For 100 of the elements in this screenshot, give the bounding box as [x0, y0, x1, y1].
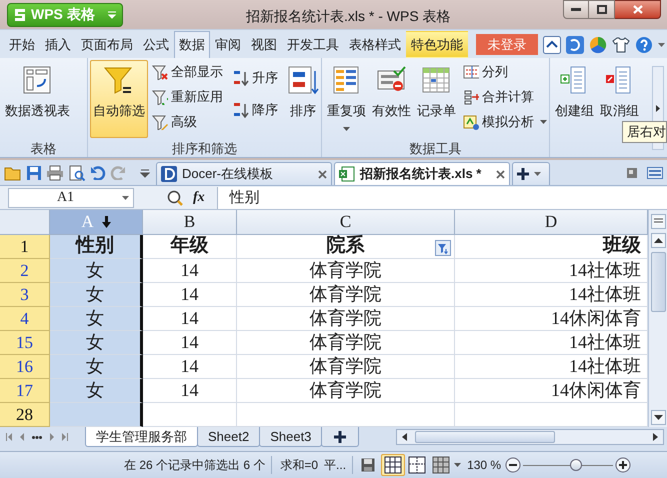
- table-cell[interactable]: 女: [50, 283, 143, 307]
- column-header[interactable]: C: [237, 210, 455, 235]
- ribbon-button[interactable]: 模拟分析: [461, 110, 549, 134]
- row-header[interactable]: 17: [0, 379, 50, 403]
- table-cell[interactable]: 性别: [50, 235, 143, 259]
- zoom-slider-thumb[interactable]: [570, 459, 582, 471]
- horizontal-scrollbar[interactable]: [396, 429, 664, 445]
- more-sheets-icon[interactable]: [32, 436, 42, 438]
- formula-input[interactable]: 性别: [216, 186, 667, 208]
- ribbon-button[interactable]: 降序: [231, 98, 280, 122]
- ribbon-button[interactable]: 升序: [231, 66, 280, 90]
- menu-tab[interactable]: 视图: [246, 31, 282, 58]
- ribbon-button[interactable]: 记录单: [414, 60, 459, 138]
- table-cell[interactable]: 14: [143, 283, 237, 307]
- save-icon[interactable]: [361, 458, 376, 472]
- menu-tab[interactable]: 特色功能: [406, 31, 468, 58]
- ribbon-button[interactable]: 分列: [461, 60, 549, 84]
- table-cell[interactable]: 体育学院: [237, 259, 455, 283]
- ribbon-button[interactable]: 自动筛选: [90, 60, 148, 138]
- vertical-scrollbar[interactable]: [648, 210, 667, 427]
- first-sheet-icon[interactable]: [6, 433, 12, 441]
- help-icon[interactable]: [635, 36, 653, 54]
- print-icon[interactable]: [46, 164, 64, 180]
- ribbon-button[interactable]: 合并计算: [461, 85, 549, 109]
- row-header[interactable]: 28: [0, 403, 50, 427]
- table-cell[interactable]: 女: [50, 307, 143, 331]
- print-preview-icon[interactable]: [68, 164, 86, 180]
- table-cell[interactable]: 体育学院: [237, 331, 455, 355]
- ribbon-button[interactable]: 数据透视表: [2, 60, 73, 138]
- menu-tab[interactable]: 审阅: [210, 31, 246, 58]
- document-tab[interactable]: Docer-在线模板: [156, 162, 332, 185]
- menu-tab[interactable]: 表格样式: [344, 31, 406, 58]
- zoom-in-icon[interactable]: [615, 457, 632, 473]
- ribbon-button[interactable]: 创建组: [552, 60, 597, 138]
- column-header[interactable]: B: [143, 210, 237, 235]
- document-tab[interactable]: 招新报名统计表.xls *: [334, 162, 510, 185]
- table-cell[interactable]: 体育学院: [237, 283, 455, 307]
- ribbon-button[interactable]: 重新应用: [150, 85, 225, 109]
- caret-icon[interactable]: [454, 463, 462, 467]
- table-cell[interactable]: 14: [143, 355, 237, 379]
- customize-toolbar-icon[interactable]: [140, 168, 150, 178]
- row-header[interactable]: 3: [0, 283, 50, 307]
- name-box[interactable]: A1: [8, 188, 134, 208]
- table-cell[interactable]: 体育学院: [237, 379, 455, 403]
- restore-window-icon[interactable]: [627, 168, 637, 178]
- scroll-thumb[interactable]: [650, 252, 666, 312]
- table-cell[interactable]: 年级: [143, 235, 237, 259]
- table-cell[interactable]: 体育学院: [237, 355, 455, 379]
- table-cell[interactable]: 体育学院: [237, 307, 455, 331]
- next-sheet-icon[interactable]: [50, 433, 54, 441]
- refresh-icon[interactable]: [566, 36, 584, 54]
- sheet-tab[interactable]: Sheet3: [259, 427, 322, 447]
- ribbon-button[interactable]: 高级: [150, 110, 225, 134]
- row-header[interactable]: 4: [0, 307, 50, 331]
- menu-tab[interactable]: 数据: [174, 31, 210, 58]
- row-header[interactable]: 16: [0, 355, 50, 379]
- previous-sheet-icon[interactable]: [20, 433, 24, 441]
- table-cell[interactable]: 女: [50, 379, 143, 403]
- window-switch-icon[interactable]: [647, 166, 663, 178]
- collapse-ribbon-icon[interactable]: [543, 36, 561, 54]
- search-icon[interactable]: [167, 190, 183, 206]
- new-tab-button[interactable]: [512, 162, 550, 185]
- filter-button-icon[interactable]: [435, 240, 451, 256]
- table-cell[interactable]: 14: [143, 379, 237, 403]
- close-button[interactable]: [615, 0, 661, 19]
- table-cell[interactable]: 14: [143, 307, 237, 331]
- last-sheet-icon[interactable]: [62, 433, 68, 441]
- menu-tab[interactable]: 开始: [4, 31, 40, 58]
- close-icon[interactable]: [318, 170, 327, 178]
- ribbon-button[interactable]: 有效性: [369, 60, 414, 138]
- zoom-out-icon[interactable]: [505, 457, 522, 473]
- minimize-button[interactable]: [563, 0, 589, 19]
- menu-tab[interactable]: 开发工具: [282, 31, 344, 58]
- new-sheet-button[interactable]: [321, 427, 360, 447]
- save-icon[interactable]: [26, 164, 42, 180]
- caret-icon[interactable]: [658, 43, 665, 47]
- row-header[interactable]: 15: [0, 331, 50, 355]
- skin-icon[interactable]: [589, 36, 607, 54]
- scroll-thumb[interactable]: [415, 431, 555, 443]
- ribbon-button[interactable]: 全部显示: [150, 60, 225, 84]
- row-header[interactable]: 1: [0, 235, 50, 259]
- column-header[interactable]: D: [455, 210, 648, 235]
- table-cell[interactable]: 女: [50, 259, 143, 283]
- sheet-tab[interactable]: 学生管理服务部: [85, 427, 198, 447]
- maximize-button[interactable]: [589, 0, 615, 19]
- ribbon-button[interactable]: 排序: [284, 60, 322, 138]
- undo-icon[interactable]: [90, 166, 106, 180]
- menu-tab[interactable]: 插入: [40, 31, 76, 58]
- close-icon[interactable]: [496, 170, 505, 178]
- shirt-icon[interactable]: [612, 37, 630, 53]
- sheet-tab[interactable]: Sheet2: [197, 427, 260, 447]
- table-cell[interactable]: 女: [50, 355, 143, 379]
- table-cell[interactable]: 14: [143, 259, 237, 283]
- view-button[interactable]: [381, 454, 406, 476]
- table-cell[interactable]: 女: [50, 331, 143, 355]
- function-button[interactable]: fx: [193, 187, 205, 208]
- menu-tab[interactable]: 公式: [138, 31, 174, 58]
- table-cell[interactable]: 14: [143, 331, 237, 355]
- menu-tab[interactable]: 页面布局: [76, 31, 138, 58]
- row-header[interactable]: 2: [0, 259, 50, 283]
